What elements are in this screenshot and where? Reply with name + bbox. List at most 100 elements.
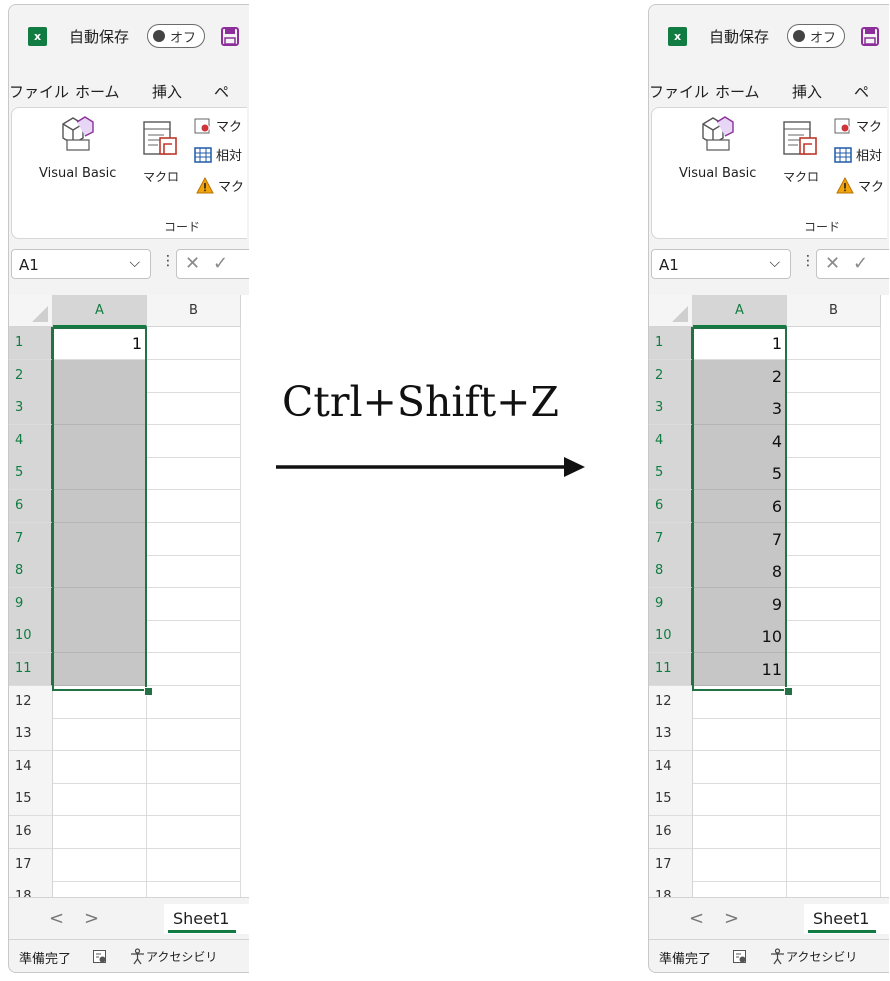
cell[interactable] <box>693 783 787 817</box>
autosave-toggle[interactable]: オフ <box>787 24 845 48</box>
row-header[interactable]: 9 <box>649 587 693 621</box>
cell[interactable]: 8 <box>693 555 787 589</box>
sheet-tab[interactable]: Sheet1 <box>164 904 249 934</box>
row-header[interactable]: 14 <box>649 750 693 784</box>
cell[interactable] <box>787 750 881 784</box>
visual-basic-icon[interactable] <box>699 114 739 152</box>
cell[interactable]: 3 <box>693 392 787 426</box>
row-header[interactable]: 4 <box>9 424 53 458</box>
cell[interactable] <box>787 620 881 654</box>
menu-item[interactable]: ペ <box>214 81 229 102</box>
row-header[interactable]: 15 <box>649 783 693 817</box>
row-header[interactable]: 14 <box>9 750 53 784</box>
macro-recording-icon[interactable] <box>93 950 107 964</box>
row-header[interactable]: 7 <box>649 522 693 556</box>
cell[interactable] <box>53 816 147 849</box>
cell[interactable] <box>787 327 881 360</box>
row-header[interactable]: 9 <box>9 587 53 621</box>
save-icon[interactable] <box>221 27 239 46</box>
row-header[interactable]: 13 <box>9 718 53 752</box>
row-header[interactable]: 17 <box>649 848 693 882</box>
cell[interactable]: 9 <box>693 587 787 621</box>
cell[interactable]: 6 <box>693 490 787 523</box>
cell[interactable] <box>787 718 881 752</box>
cell[interactable] <box>53 750 147 784</box>
row-header[interactable]: 11 <box>9 653 53 686</box>
cell[interactable] <box>787 359 881 393</box>
row-header[interactable]: 4 <box>649 424 693 458</box>
name-box[interactable]: A1 ⌵ <box>651 249 791 279</box>
worksheet-grid[interactable]: A B 1 1 2 2 3 3 4 4 5 5 6 6 7 7 8 8 9 9 10 10 11 11 12 13 14 15 16 17… <box>649 295 889 897</box>
cell[interactable] <box>53 881 147 897</box>
cell[interactable] <box>147 555 241 589</box>
column-header[interactable]: B <box>147 295 241 327</box>
column-header[interactable]: B <box>787 295 881 327</box>
cell[interactable] <box>693 816 787 849</box>
chevron-down-icon[interactable]: ⌵ <box>769 255 780 271</box>
cell[interactable]: 1 <box>53 327 147 360</box>
macro-label[interactable]: マクロ <box>143 168 179 185</box>
name-box[interactable]: A1 ⌵ <box>11 249 151 279</box>
cell[interactable] <box>787 816 881 849</box>
cell[interactable] <box>53 848 147 882</box>
cell[interactable] <box>147 848 241 882</box>
cell[interactable] <box>787 653 881 686</box>
select-all-button[interactable] <box>649 295 693 327</box>
worksheet-grid[interactable]: A B 1 1 2 3 4 5 6 7 8 9 10 11 12 13 14 15 16 17 18 <box>9 295 249 897</box>
cell[interactable] <box>787 555 881 589</box>
row-header[interactable]: 17 <box>9 848 53 882</box>
row-header[interactable]: 12 <box>9 685 53 719</box>
row-header[interactable]: 6 <box>649 490 693 523</box>
row-header[interactable]: 6 <box>9 490 53 523</box>
visual-basic-label[interactable]: Visual Basic <box>39 166 116 181</box>
more-options-icon[interactable]: ⋮ <box>161 253 175 269</box>
row-header[interactable]: 5 <box>649 457 693 491</box>
select-all-button[interactable] <box>9 295 53 327</box>
cell[interactable] <box>147 620 241 654</box>
cell[interactable] <box>147 587 241 621</box>
cell[interactable] <box>693 685 787 719</box>
cell[interactable] <box>787 881 881 897</box>
cell[interactable] <box>787 490 881 523</box>
row-header[interactable]: 11 <box>649 653 693 686</box>
cell[interactable] <box>147 685 241 719</box>
cell[interactable] <box>693 718 787 752</box>
fill-handle[interactable] <box>144 687 153 696</box>
macro-recording-icon[interactable] <box>733 950 747 964</box>
row-header[interactable]: 5 <box>9 457 53 491</box>
row-header[interactable]: 3 <box>9 392 53 426</box>
cell[interactable] <box>787 392 881 426</box>
cell[interactable] <box>693 750 787 784</box>
cell[interactable] <box>147 750 241 784</box>
row-header[interactable]: 8 <box>9 555 53 589</box>
cell[interactable] <box>147 783 241 817</box>
check-icon[interactable]: ✓ <box>853 253 868 274</box>
cell[interactable] <box>147 816 241 849</box>
cell[interactable] <box>147 327 241 360</box>
cell[interactable] <box>53 685 147 719</box>
menu-item[interactable]: 挿入 <box>152 81 182 102</box>
cell[interactable] <box>147 881 241 897</box>
row-header[interactable]: 16 <box>9 816 53 849</box>
macro-label[interactable]: マクロ <box>783 168 819 185</box>
row-header[interactable]: 8 <box>649 555 693 589</box>
row-header[interactable]: 7 <box>9 522 53 556</box>
menu-item[interactable]: ホーム <box>75 81 120 102</box>
cell[interactable] <box>53 555 147 589</box>
row-header[interactable]: 1 <box>9 327 53 360</box>
row-header[interactable]: 1 <box>649 327 693 360</box>
cell[interactable] <box>787 783 881 817</box>
ribbon-small-item[interactable]: 相対 <box>194 145 249 165</box>
cell[interactable] <box>53 457 147 491</box>
cell[interactable] <box>147 424 241 458</box>
accessibility-label[interactable]: アクセシビリ <box>146 948 217 965</box>
cell[interactable] <box>53 424 147 458</box>
cell[interactable] <box>53 718 147 752</box>
macro-icon[interactable] <box>142 120 180 158</box>
cell[interactable] <box>53 490 147 523</box>
row-header[interactable]: 2 <box>649 359 693 393</box>
cell[interactable]: 11 <box>693 653 787 686</box>
row-header[interactable]: 13 <box>649 718 693 752</box>
column-header[interactable]: A <box>53 295 147 327</box>
cell[interactable] <box>147 490 241 523</box>
